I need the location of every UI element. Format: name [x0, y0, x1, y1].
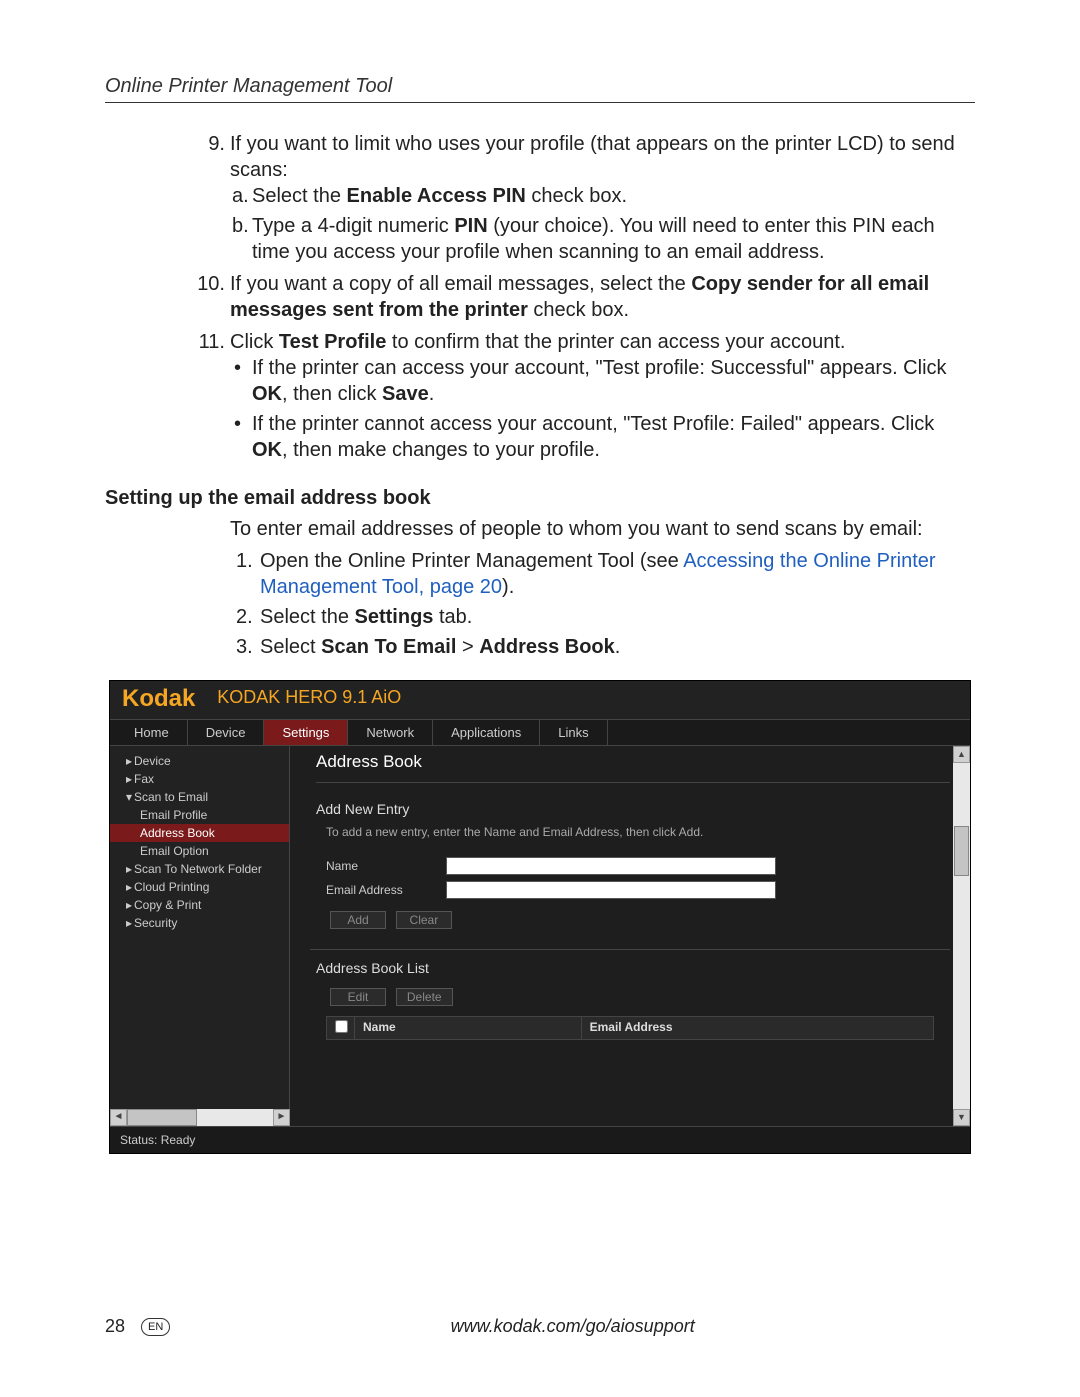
tab-bar: Home Device Settings Network Application… [110, 719, 970, 746]
name-label: Name [326, 859, 446, 873]
delete-button[interactable]: Delete [396, 988, 453, 1006]
scroll-left-icon[interactable]: ◄ [110, 1109, 127, 1126]
sidebar-item-security[interactable]: ▸Security [110, 914, 289, 932]
sidebar-item-scan-to-email[interactable]: ▾Scan to Email [110, 788, 289, 806]
email-label: Email Address [326, 883, 446, 897]
sidebar-hscrollbar[interactable]: ◄ ► [110, 1109, 290, 1126]
step-9b: b. Type a 4-digit numeric PIN (your choi… [252, 213, 975, 265]
footer-url: www.kodak.com/go/aiosupport [170, 1316, 975, 1337]
form-title: Add New Entry [316, 801, 950, 817]
instruction-list: 9. If you want to limit who uses your pr… [105, 131, 975, 463]
divider [310, 949, 950, 950]
scroll-down-icon[interactable]: ▼ [953, 1109, 970, 1126]
content-pane: Address Book Add New Entry To add a new … [290, 746, 970, 1126]
tab-network[interactable]: Network [348, 720, 433, 745]
brand-logo: Kodak [122, 685, 195, 712]
lang-badge: EN [141, 1318, 170, 1336]
col-name: Name [355, 1017, 582, 1039]
sidebar-item-copy-print[interactable]: ▸Copy & Print [110, 896, 289, 914]
tab-home[interactable]: Home [116, 720, 188, 745]
step-10: 10. If you want a copy of all email mess… [230, 271, 975, 323]
col-email: Email Address [582, 1017, 933, 1039]
help-text: To add a new entry, enter the Name and E… [326, 825, 950, 839]
brand-bar: Kodak KODAK HERO 9.1 AiO [110, 681, 970, 719]
step-9a: a. Select the Enable Access PIN check bo… [252, 183, 975, 209]
screenshot-printer-tool: Kodak KODAK HERO 9.1 AiO Home Device Set… [109, 680, 971, 1154]
page-number: 28 [105, 1316, 125, 1337]
tab-applications[interactable]: Applications [433, 720, 540, 745]
list-title: Address Book List [316, 960, 950, 976]
step-9: 9. If you want to limit who uses your pr… [230, 131, 975, 265]
step-11: 11. Click Test Profile to confirm that t… [230, 329, 975, 463]
field-email: Email Address [326, 881, 950, 899]
sidebar-item-cloud-printing[interactable]: ▸Cloud Printing [110, 878, 289, 896]
scroll-right-icon[interactable]: ► [273, 1109, 290, 1126]
running-header: Online Printer Management Tool [105, 75, 975, 103]
setup-step-2: 2. Select the Settings tab. [260, 604, 975, 630]
select-all-checkbox[interactable] [335, 1020, 348, 1033]
sidebar-item-fax[interactable]: ▸Fax [110, 770, 289, 788]
page-title: Address Book [316, 752, 950, 783]
add-button[interactable]: Add [330, 911, 386, 929]
clear-button[interactable]: Clear [396, 911, 452, 929]
setup-steps: 1. Open the Online Printer Management To… [105, 548, 975, 660]
sidebar-item-email-profile[interactable]: Email Profile [110, 806, 289, 824]
tab-settings[interactable]: Settings [264, 720, 348, 745]
section-intro: To enter email addresses of people to wh… [105, 516, 975, 542]
tab-links[interactable]: Links [540, 720, 607, 745]
page-footer: 28 EN www.kodak.com/go/aiosupport [105, 1316, 975, 1337]
step-11-success: If the printer can access your account, … [252, 355, 975, 407]
name-input[interactable] [446, 857, 776, 875]
sidebar-item-device[interactable]: ▸Device [110, 752, 289, 770]
list-header: Name Email Address [326, 1016, 934, 1040]
scroll-up-icon[interactable]: ▲ [953, 746, 970, 763]
sidebar: ▸Device ▸Fax ▾Scan to Email Email Profil… [110, 746, 290, 1126]
sidebar-item-address-book[interactable]: Address Book [110, 824, 289, 842]
email-input[interactable] [446, 881, 776, 899]
sidebar-item-scan-to-network-folder[interactable]: ▸Scan To Network Folder [110, 860, 289, 878]
tab-device[interactable]: Device [188, 720, 265, 745]
setup-step-3: 3. Select Scan To Email > Address Book. [260, 634, 975, 660]
status-bar: Status: Ready [110, 1126, 970, 1153]
vscroll-thumb[interactable] [954, 826, 969, 876]
product-name: KODAK HERO 9.1 AiO [217, 687, 401, 707]
field-name: Name [326, 857, 950, 875]
edit-button[interactable]: Edit [330, 988, 386, 1006]
step-11-failed: If the printer cannot access your accoun… [252, 411, 975, 463]
content-vscrollbar[interactable]: ▲ ▼ [953, 746, 970, 1126]
scroll-thumb[interactable] [127, 1109, 197, 1126]
setup-step-1: 1. Open the Online Printer Management To… [260, 548, 975, 600]
section-heading: Setting up the email address book [105, 487, 975, 510]
sidebar-item-email-option[interactable]: Email Option [110, 842, 289, 860]
